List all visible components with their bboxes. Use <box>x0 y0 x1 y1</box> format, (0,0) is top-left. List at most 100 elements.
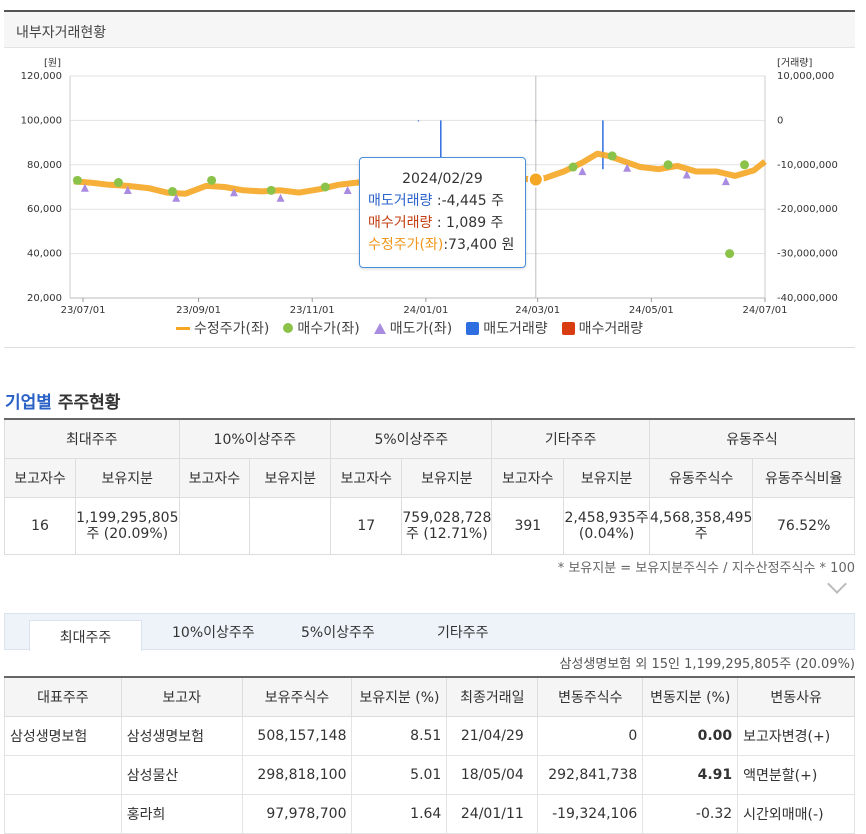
holder-summary: 삼성생명보험 외 15인 1,199,295,805주 (20.09%) <box>559 657 855 672</box>
sell-price-marker <box>721 177 730 186</box>
change-pct: 0.00 <box>642 715 739 756</box>
change-reason: 보고자변경(+) <box>737 715 855 756</box>
panel-title: 내부자거래현황 <box>16 25 107 41</box>
chart-tooltip: 2024/02/29 매도거래량 :-4,445 주 매수거래량 : 1,089… <box>359 157 526 268</box>
holding-pct: 5.01 <box>351 754 448 795</box>
y-unit-right: [거래량] <box>777 57 813 69</box>
last-trade-date: 18/05/04 <box>446 754 539 795</box>
largest-holding: 1,199,295,805 주 (20.09%) <box>75 496 180 555</box>
col-header: 변동사유 <box>737 676 855 717</box>
tooltip-buy-value: : 1,089 주 <box>436 215 504 231</box>
table-row: 홍라희 97,978,700 1.64 24/01/11 -19,324,106… <box>4 793 855 834</box>
y-tick-label-left: 40,000 <box>27 249 62 260</box>
tab-ten-percent[interactable]: 10%이상주주 <box>172 622 255 642</box>
change-pct: -0.32 <box>642 793 739 834</box>
buy-price-marker <box>663 160 673 170</box>
ten-count <box>178 496 251 555</box>
sub-header: 보유지분 <box>75 457 180 498</box>
tab-other[interactable]: 기타주주 <box>437 622 489 642</box>
insider-trading-chart: 120,000 100,000 80,000 60,000 40,000 20,000 10… <box>4 48 855 348</box>
x-tick-label: 24/01/01 <box>403 305 448 316</box>
tooltip-sell-value: :-4,445 주 <box>436 193 505 209</box>
shares: 508,157,148 <box>241 715 353 756</box>
buy-price-marker <box>725 249 735 259</box>
rep-holder: 삼성생명보험 <box>4 715 122 756</box>
x-tick-label: 23/07/01 <box>61 305 106 316</box>
group-header: 기타주주 <box>491 418 650 459</box>
change-pct: 4.91 <box>642 754 739 795</box>
five-holding: 759,028,728 주 (12.71%) <box>401 496 493 555</box>
circle-swatch-icon <box>283 323 294 333</box>
rep-holder <box>4 754 122 795</box>
y-tick-label-right: -10,000,000 <box>777 160 838 171</box>
sub-header: 보고자수 <box>330 457 403 498</box>
legend-sell-price[interactable]: 매도가(좌) <box>373 318 452 338</box>
group-header: 유동주식 <box>648 418 856 459</box>
tooltip-sell-label: 매도거래량 <box>368 193 433 209</box>
tooltip-price-value: :73,400 원 <box>443 237 515 253</box>
y-tick-label-right: -30,000,000 <box>777 249 838 260</box>
shareholder-summary-table: 최대주주 10%이상주주 5%이상주주 기타주주 유동주식 보고자수 보유지분 … <box>3 418 856 555</box>
hover-point <box>527 171 544 188</box>
sub-header: 보고자수 <box>178 457 251 498</box>
tooltip-date: 2024/02/29 <box>402 171 483 187</box>
last-trade-date: 24/01/11 <box>446 793 539 834</box>
col-header: 대표주주 <box>4 676 122 717</box>
other-count: 391 <box>491 496 565 555</box>
tab-largest[interactable]: 최대주주 <box>29 620 142 651</box>
col-header: 보고자 <box>120 676 243 717</box>
reporter: 삼성물산 <box>120 754 243 795</box>
tooltip-buy-label: 매수거래량 <box>368 215 433 231</box>
y-tick-label-left: 20,000 <box>27 293 62 304</box>
legend-price[interactable]: 수정주가(좌) <box>176 318 269 338</box>
chevron-down-icon[interactable] <box>827 574 847 594</box>
section-title: 기업별 주주현황 <box>5 388 120 413</box>
buy-price-marker <box>740 160 750 170</box>
y-unit-left: [원] <box>44 57 61 69</box>
sell-price-marker <box>343 186 352 194</box>
y-tick-label-left: 120,000 <box>21 71 62 82</box>
buy-price-marker <box>113 178 123 188</box>
largest-count: 16 <box>3 496 77 555</box>
sub-header: 보고자수 <box>3 457 77 498</box>
legend-sell-volume[interactable]: 매도거래량 <box>466 318 548 338</box>
sub-header: 유동주식비율 <box>752 457 855 498</box>
sell-price-marker <box>276 193 285 202</box>
five-count: 17 <box>330 496 403 555</box>
last-trade-date: 21/04/29 <box>446 715 539 756</box>
buy-price-marker <box>72 175 82 185</box>
col-header: 변동지분 (%) <box>642 676 739 717</box>
table-row: 삼성물산 298,818,100 5.01 18/05/04 292,841,7… <box>4 754 855 795</box>
holding-pct: 8.51 <box>351 715 448 756</box>
sub-header: 보고자수 <box>491 457 565 498</box>
ten-holding <box>249 496 332 555</box>
section-title-rest: 주주현황 <box>57 393 121 413</box>
col-header: 변동주식수 <box>537 676 644 717</box>
triangle-swatch-icon <box>373 322 386 334</box>
buy-price-marker <box>266 185 276 195</box>
shareholder-tabs: 최대주주 10%이상주주 5%이상주주 기타주주 <box>4 613 855 651</box>
holding-pct: 1.64 <box>351 793 448 834</box>
tooltip-price-label: 수정주가(좌) <box>368 237 444 253</box>
group-header: 10%이상주주 <box>178 418 332 459</box>
shareholder-detail-table: 대표주주 보고자 보유주식수 보유지분 (%) 최종거래일 변동주식수 변동지분… <box>4 676 855 834</box>
tab-five-percent[interactable]: 5%이상주주 <box>301 622 375 642</box>
sub-header: 보유지분 <box>563 457 650 498</box>
line-swatch-icon <box>176 326 190 330</box>
table-row: 삼성생명보험 삼성생명보험 508,157,148 8.51 21/04/29 … <box>4 715 855 756</box>
legend-buy-price[interactable]: 매수가(좌) <box>283 318 360 338</box>
y-tick-label-right: -20,000,000 <box>777 204 838 215</box>
rep-holder <box>4 793 122 834</box>
group-header: 5%이상주주 <box>330 418 493 459</box>
buy-price-marker <box>607 151 617 161</box>
y-tick-label-right: -40,000,000 <box>777 293 838 304</box>
legend-buy-volume[interactable]: 매수거래량 <box>561 318 643 338</box>
sub-header: 보유지분 <box>249 457 332 498</box>
reporter: 삼성생명보험 <box>120 715 243 756</box>
col-header: 최종거래일 <box>446 676 539 717</box>
change-shares: 0 <box>537 715 644 756</box>
buy-price-marker <box>320 182 330 192</box>
float-ratio: 76.52% <box>752 496 855 555</box>
other-holding: 2,458,935주 (0.04%) <box>563 496 650 555</box>
col-header: 보유주식수 <box>241 676 353 717</box>
